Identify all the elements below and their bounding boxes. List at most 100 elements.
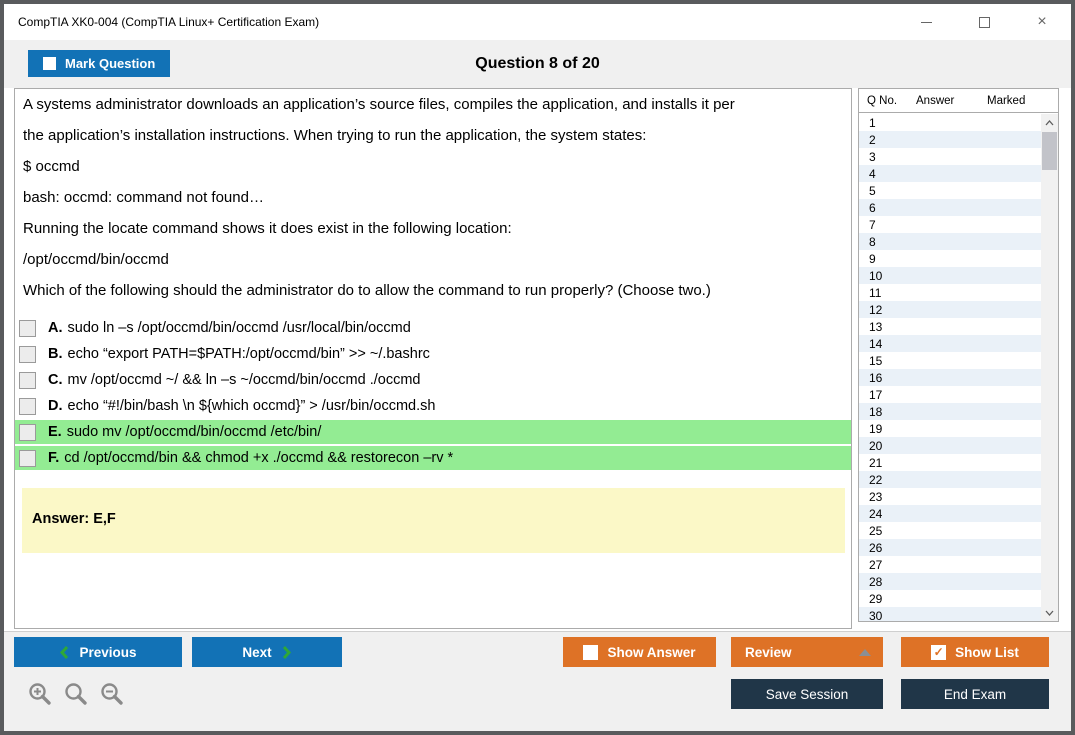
show-answer-checkbox[interactable] xyxy=(583,644,599,660)
question-list-row[interactable]: 10 xyxy=(859,267,1058,284)
zoom-in-icon[interactable] xyxy=(28,682,53,707)
zoom-out-icon[interactable] xyxy=(100,682,125,707)
maximize-button[interactable] xyxy=(955,4,1013,40)
next-label: Next xyxy=(242,644,272,660)
question-number: 20 xyxy=(869,438,883,453)
question-list-row[interactable]: 4 xyxy=(859,165,1058,182)
triangle-up-icon xyxy=(859,648,871,656)
option-e-checkbox[interactable] xyxy=(19,423,36,441)
question-list-row[interactable]: 22 xyxy=(859,471,1058,488)
question-list-row[interactable]: 3 xyxy=(859,148,1058,165)
question-list-row[interactable]: 6 xyxy=(859,199,1058,216)
review-dropdown-button[interactable]: Review xyxy=(731,637,883,667)
option-a[interactable]: A. sudo ln –s /opt/occmd/bin/occmd /usr/… xyxy=(15,316,851,340)
option-d-checkbox[interactable] xyxy=(19,397,36,415)
question-list-scrollbar[interactable] xyxy=(1041,114,1058,621)
minimize-button[interactable] xyxy=(897,4,955,40)
question-text-line: Which of the following should the admini… xyxy=(23,282,711,299)
footer-bar: Previous Next Show Answer Review ✓ Show … xyxy=(4,631,1071,731)
window-title: CompTIA XK0-004 (CompTIA Linux+ Certific… xyxy=(18,15,320,29)
option-text: mv /opt/occmd ~/ && ln –s ~/occmd/bin/oc… xyxy=(67,372,421,388)
question-list-row[interactable]: 23 xyxy=(859,488,1058,505)
option-f[interactable]: F. cd /opt/occmd/bin && chmod +x ./occmd… xyxy=(15,446,851,470)
question-number: 23 xyxy=(869,489,883,504)
show-list-checkbox[interactable]: ✓ xyxy=(931,644,947,660)
title-bar: CompTIA XK0-004 (CompTIA Linux+ Certific… xyxy=(4,4,1071,40)
question-list-row[interactable]: 30 xyxy=(859,607,1058,621)
question-list-row[interactable]: 5 xyxy=(859,182,1058,199)
end-exam-button[interactable]: End Exam xyxy=(901,679,1049,709)
question-panel: A systems administrator downloads an app… xyxy=(14,88,852,629)
question-list-row[interactable]: 13 xyxy=(859,318,1058,335)
question-counter: Question 8 of 20 xyxy=(475,55,600,72)
question-list-row[interactable]: 19 xyxy=(859,420,1058,437)
option-a-checkbox[interactable] xyxy=(19,319,36,337)
answer-box: Answer: E,F xyxy=(22,488,845,553)
show-answer-label: Show Answer xyxy=(607,644,696,660)
minimize-icon xyxy=(920,21,932,23)
question-number: 15 xyxy=(869,353,883,368)
chevron-left-icon xyxy=(60,645,69,659)
question-list-row[interactable]: 27 xyxy=(859,556,1058,573)
option-b[interactable]: B. echo “export PATH=$PATH:/opt/occmd/bi… xyxy=(15,342,851,366)
next-button[interactable]: Next xyxy=(192,637,342,667)
question-number: 2 xyxy=(869,132,876,147)
option-c-checkbox[interactable] xyxy=(19,371,36,389)
question-text-line: the application’s installation instructi… xyxy=(23,127,647,144)
question-number: 6 xyxy=(869,200,876,215)
chevron-down-icon xyxy=(1045,610,1054,616)
question-list: 1 2 3 4 5 6 7 8 9 10 11 12 13 14 15 16 17 18 19 20 21 22 23 24 2… xyxy=(859,114,1058,621)
question-list-row[interactable]: 26 xyxy=(859,539,1058,556)
question-list-row[interactable]: 24 xyxy=(859,505,1058,522)
question-list-row[interactable]: 20 xyxy=(859,437,1058,454)
question-list-row[interactable]: 9 xyxy=(859,250,1058,267)
question-list-row[interactable]: 17 xyxy=(859,386,1058,403)
end-exam-label: End Exam xyxy=(943,686,1007,702)
question-list-row[interactable]: 18 xyxy=(859,403,1058,420)
option-text: sudo mv /opt/occmd/bin/occmd /etc/bin/ xyxy=(66,424,322,440)
previous-button[interactable]: Previous xyxy=(14,637,182,667)
option-c[interactable]: C. mv /opt/occmd ~/ && ln –s ~/occmd/bin… xyxy=(15,368,851,392)
option-f-checkbox[interactable] xyxy=(19,449,36,467)
option-letter: B. xyxy=(48,346,63,362)
question-text-line: bash: occmd: command not found… xyxy=(23,189,264,206)
question-text-line: /opt/occmd/bin/occmd xyxy=(23,251,169,268)
show-answer-button[interactable]: Show Answer xyxy=(563,637,716,667)
question-list-row[interactable]: 28 xyxy=(859,573,1058,590)
zoom-reset-icon[interactable] xyxy=(64,682,89,707)
option-b-checkbox[interactable] xyxy=(19,345,36,363)
question-list-row[interactable]: 16 xyxy=(859,369,1058,386)
question-number: 12 xyxy=(869,302,883,317)
option-letter: A. xyxy=(48,320,63,336)
option-d[interactable]: D. echo “#!/bin/bash \n ${which occmd}” … xyxy=(15,394,851,418)
question-number: 26 xyxy=(869,540,883,555)
close-button[interactable]: × xyxy=(1013,4,1071,40)
question-list-row[interactable]: 21 xyxy=(859,454,1058,471)
question-number: 10 xyxy=(869,268,883,283)
option-e[interactable]: E. sudo mv /opt/occmd/bin/occmd /etc/bin… xyxy=(15,420,851,444)
question-list-row[interactable]: 14 xyxy=(859,335,1058,352)
question-list-row[interactable]: 2 xyxy=(859,131,1058,148)
question-number: 18 xyxy=(869,404,883,419)
question-list-header: Q No. Answer Marked xyxy=(859,89,1058,113)
question-number: 1 xyxy=(869,115,876,130)
show-list-button[interactable]: ✓ Show List xyxy=(901,637,1049,667)
question-text-line: A systems administrator downloads an app… xyxy=(23,96,735,113)
scrollbar-thumb[interactable] xyxy=(1042,132,1057,170)
option-text: cd /opt/occmd/bin && chmod +x ./occmd &&… xyxy=(64,450,454,466)
save-session-button[interactable]: Save Session xyxy=(731,679,883,709)
question-list-row[interactable]: 11 xyxy=(859,284,1058,301)
question-list-panel: Q No. Answer Marked 1 2 3 4 5 6 7 8 9 10 11 12 13 14 1… xyxy=(858,88,1059,622)
question-number: 28 xyxy=(869,574,883,589)
question-number: 9 xyxy=(869,251,876,266)
question-list-row[interactable]: 8 xyxy=(859,233,1058,250)
scroll-up-button[interactable] xyxy=(1041,114,1058,131)
scroll-down-button[interactable] xyxy=(1041,604,1058,621)
question-list-row[interactable]: 7 xyxy=(859,216,1058,233)
question-list-row[interactable]: 29 xyxy=(859,590,1058,607)
question-list-row[interactable]: 1 xyxy=(859,114,1058,131)
question-list-row[interactable]: 25 xyxy=(859,522,1058,539)
question-number: 24 xyxy=(869,506,883,521)
question-list-row[interactable]: 12 xyxy=(859,301,1058,318)
question-list-row[interactable]: 15 xyxy=(859,352,1058,369)
